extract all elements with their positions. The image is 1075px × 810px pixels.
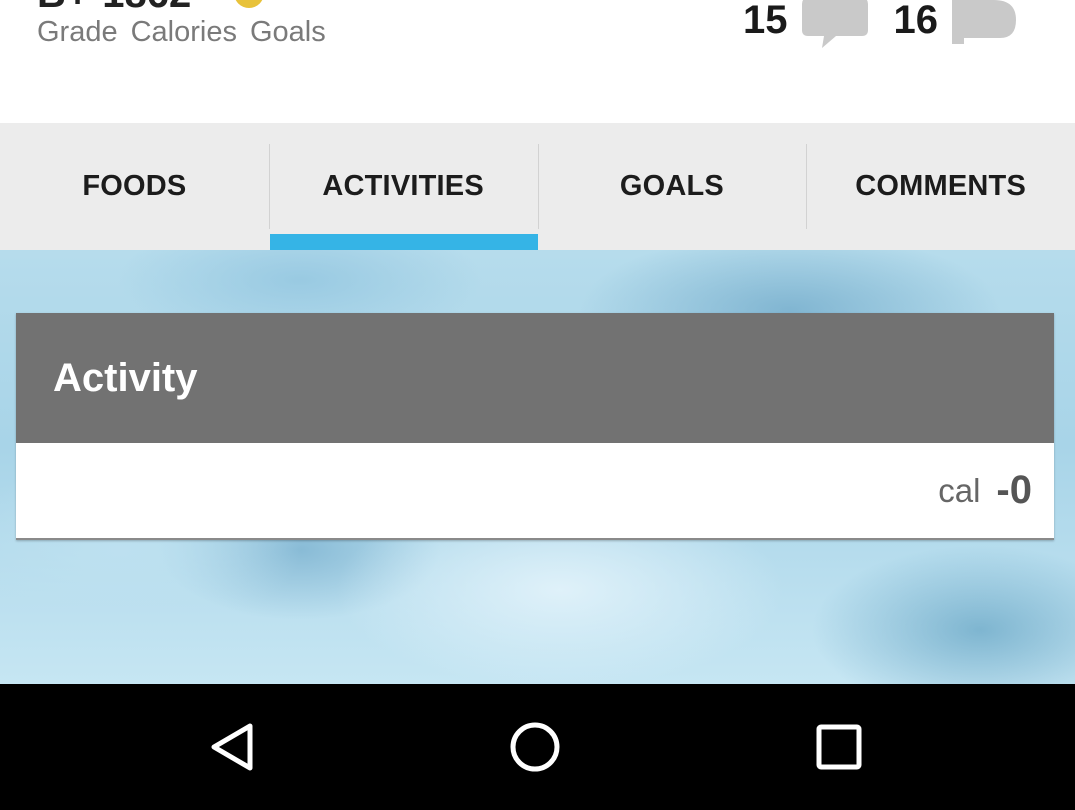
calories-value: 1862: [102, 0, 191, 17]
social-counts: 15 16: [743, 0, 1020, 55]
grade-label: Grade: [37, 16, 118, 48]
goals-label: Goals: [249, 16, 326, 48]
triangle-back-icon: [211, 723, 253, 771]
circle-home-icon: [510, 722, 560, 772]
tab-goals[interactable]: GOALS: [537, 123, 807, 250]
activity-card: Activity cal -0: [16, 313, 1054, 540]
tab-bar: FOODS ACTIVITIES GOALS COMMENTS: [0, 123, 1075, 250]
calories-label: Calories: [130, 16, 237, 48]
share-count: 16: [893, 0, 939, 42]
summary-header: B+ 1862 Grade Calories Goals 15 16: [0, 0, 1075, 123]
tab-foods[interactable]: FOODS: [0, 123, 269, 250]
stat-values: B+ 1862: [37, 0, 265, 17]
comment-count: 15: [743, 0, 788, 42]
tab-activities[interactable]: ACTIVITIES: [268, 123, 538, 250]
speech-bubble-icon[interactable]: [800, 0, 870, 55]
calorie-unit: cal: [938, 471, 981, 509]
recents-button[interactable]: [812, 720, 866, 774]
calorie-value: -0: [996, 468, 1032, 512]
tab-comments[interactable]: COMMENTS: [806, 123, 1075, 250]
activity-card-header: Activity: [16, 313, 1054, 443]
stat-labels: Grade Calories Goals: [37, 16, 326, 49]
goal-indicator-icon: [234, 0, 265, 8]
grade-value: B+: [37, 0, 89, 17]
activity-calorie-row[interactable]: cal -0: [16, 443, 1054, 540]
activity-title: Activity: [53, 355, 198, 400]
square-recents-icon: [816, 724, 862, 770]
system-nav-bar: [0, 684, 1075, 810]
share-flag-icon[interactable]: [950, 0, 1020, 55]
home-button[interactable]: [508, 720, 562, 774]
activities-content: Activity cal -0: [0, 250, 1075, 684]
back-button[interactable]: [206, 720, 260, 774]
